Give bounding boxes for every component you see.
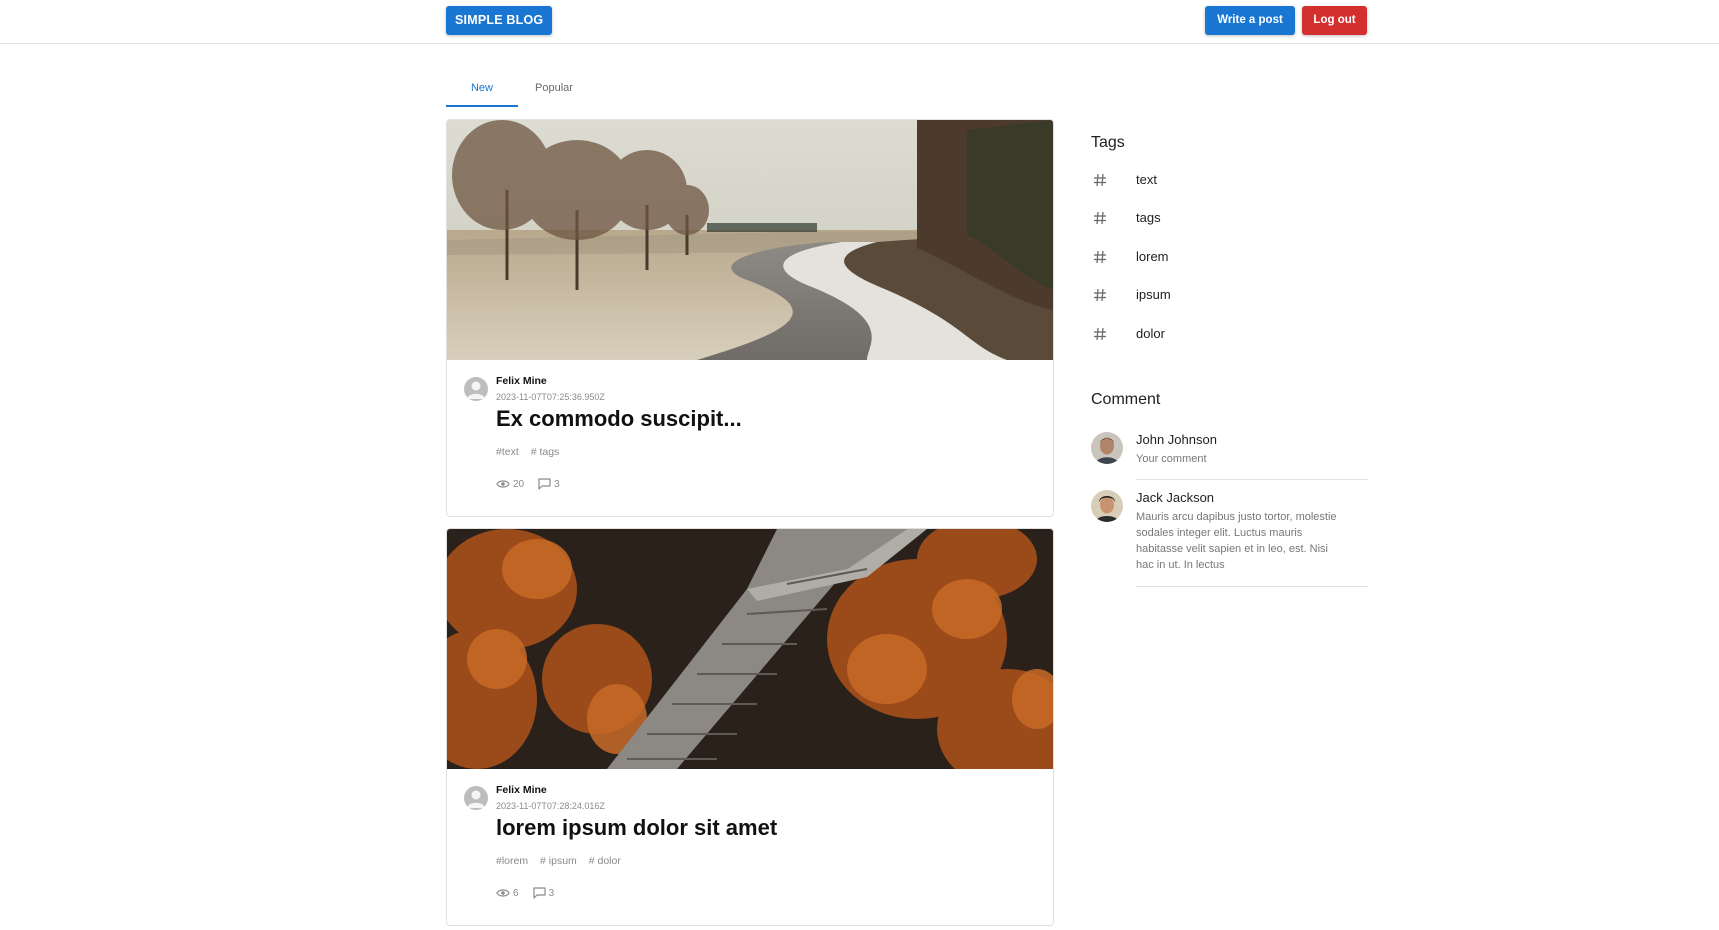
- post-tag[interactable]: #lorem: [496, 855, 528, 867]
- sidebar-tag-text[interactable]: text: [1091, 163, 1371, 199]
- post-tags: #lorem # ipsum # dolor: [496, 855, 630, 867]
- eye-icon: [496, 480, 510, 488]
- views-value: 20: [513, 478, 525, 490]
- post-author: Felix Mine: [496, 784, 547, 796]
- views-value: 6: [513, 887, 519, 899]
- post-card[interactable]: Felix Mine 2023-11-07T07:28:24.016Z lore…: [446, 528, 1054, 926]
- post-image[interactable]: [447, 529, 1053, 769]
- views-count: 20: [496, 479, 524, 490]
- write-post-button[interactable]: Write a post: [1205, 6, 1295, 35]
- tag-label: text: [1136, 172, 1157, 187]
- tag-label: dolor: [1136, 326, 1165, 341]
- brand-logo-button[interactable]: SIMPLE BLOG: [446, 6, 553, 35]
- person-avatar-icon: [1091, 432, 1123, 464]
- comments-value: 3: [554, 478, 560, 490]
- tags-heading: Tags: [1091, 134, 1125, 151]
- app-header: SIMPLE BLOG Write a post Log out: [0, 0, 1719, 44]
- post-author: Felix Mine: [496, 375, 547, 387]
- divider: [1136, 479, 1368, 480]
- post-tag[interactable]: # ipsum: [540, 855, 577, 867]
- comment-text: Mauris arcu dapibus justo tortor, molest…: [1136, 511, 1337, 571]
- comments-count: 3: [538, 478, 560, 490]
- comment-author: John Johnson: [1136, 432, 1217, 447]
- sidebar-tag-dolor[interactable]: dolor: [1091, 317, 1371, 353]
- post-tag[interactable]: #text: [496, 446, 519, 458]
- comment-icon: [532, 887, 546, 899]
- hash-icon: [1094, 211, 1106, 225]
- person-avatar-icon: [1091, 490, 1123, 522]
- post-image[interactable]: [447, 120, 1053, 360]
- post-tag[interactable]: # dolor: [589, 855, 621, 867]
- logout-button[interactable]: Log out: [1302, 6, 1367, 35]
- comments-value: 3: [548, 887, 555, 899]
- tag-label: tags: [1136, 210, 1161, 225]
- post-card[interactable]: Felix Mine 2023-11-07T07:25:36.950Z Ex c…: [446, 119, 1054, 517]
- active-tab-indicator: [446, 105, 518, 107]
- sidebar-tag-tags[interactable]: tags: [1091, 201, 1371, 237]
- tag-label: ipsum: [1136, 287, 1171, 302]
- tag-label: lorem: [1136, 249, 1169, 264]
- post-date: 2023-11-07T07:28:24.016Z: [496, 801, 605, 811]
- sidebar-tag-ipsum[interactable]: ipsum: [1091, 278, 1371, 314]
- comment-text: Your comment: [1136, 453, 1207, 465]
- sidebar-tag-lorem[interactable]: lorem: [1091, 240, 1371, 276]
- eye-icon: [496, 889, 510, 897]
- divider: [1136, 586, 1368, 587]
- tab-new[interactable]: New: [446, 72, 518, 107]
- post-title[interactable]: lorem ipsum dolor sit amet: [496, 815, 777, 841]
- hash-icon: [1094, 288, 1106, 302]
- post-stats: 20 3: [496, 478, 574, 490]
- views-count: 6: [496, 888, 519, 899]
- tab-popular[interactable]: Popular: [518, 72, 590, 107]
- hash-icon: [1094, 173, 1106, 187]
- post-date: 2023-11-07T07:25:36.950Z: [496, 392, 605, 402]
- comments-count: 3: [532, 887, 555, 899]
- person-avatar-icon: [464, 786, 488, 810]
- post-tag[interactable]: # tags: [531, 446, 560, 458]
- hash-icon: [1094, 250, 1106, 264]
- person-avatar-icon: [464, 377, 488, 401]
- comment-icon: [538, 478, 551, 490]
- post-tags: #text # tags: [496, 446, 568, 458]
- comments-heading: Comment: [1091, 391, 1161, 408]
- comment-item: John Johnson Your comment: [1091, 432, 1371, 480]
- post-stats: 6 3: [496, 887, 568, 899]
- post-title[interactable]: Ex commodo suscipit...: [496, 406, 742, 432]
- hash-icon: [1094, 327, 1106, 341]
- comment-author: Jack Jackson: [1136, 490, 1215, 505]
- feed-tabs: New Popular: [446, 72, 646, 107]
- comment-item: Jack Jackson Mauris arcu dapibus justo t…: [1091, 490, 1371, 590]
